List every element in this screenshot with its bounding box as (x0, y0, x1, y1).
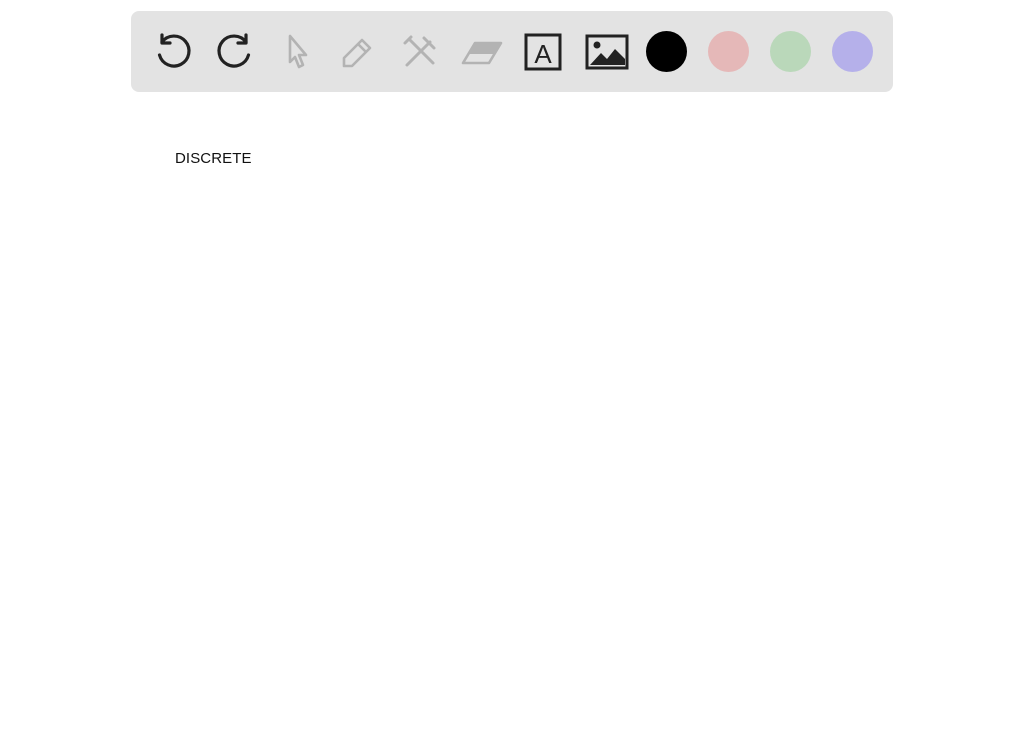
select-tool-button[interactable] (274, 11, 318, 92)
color-swatch-pink[interactable] (708, 31, 749, 72)
redo-icon (217, 32, 251, 68)
image-icon (585, 34, 629, 69)
undo-button[interactable] (149, 11, 197, 92)
canvas-text-item[interactable]: DISCRETE (175, 150, 252, 167)
text-tool-button[interactable]: A (520, 11, 566, 92)
shapes-tool-button[interactable] (396, 11, 444, 92)
pencil-tool-button[interactable] (334, 11, 382, 92)
eraser-icon (461, 41, 503, 64)
whiteboard-canvas[interactable]: A DISCRETE (0, 0, 1024, 756)
color-swatch-black[interactable] (646, 31, 687, 72)
color-swatch-green[interactable] (770, 31, 811, 72)
eraser-tool-button[interactable] (456, 11, 508, 92)
redo-button[interactable] (211, 11, 259, 92)
pencil-icon (342, 38, 372, 67)
toolbar: A (131, 11, 893, 92)
svg-text:A: A (534, 39, 552, 69)
undo-icon (157, 32, 191, 68)
text-box-icon: A (524, 33, 562, 70)
tools-icon (403, 35, 436, 66)
color-swatch-purple[interactable] (832, 31, 873, 72)
pointer-icon (288, 34, 308, 68)
image-tool-button[interactable] (581, 11, 633, 92)
